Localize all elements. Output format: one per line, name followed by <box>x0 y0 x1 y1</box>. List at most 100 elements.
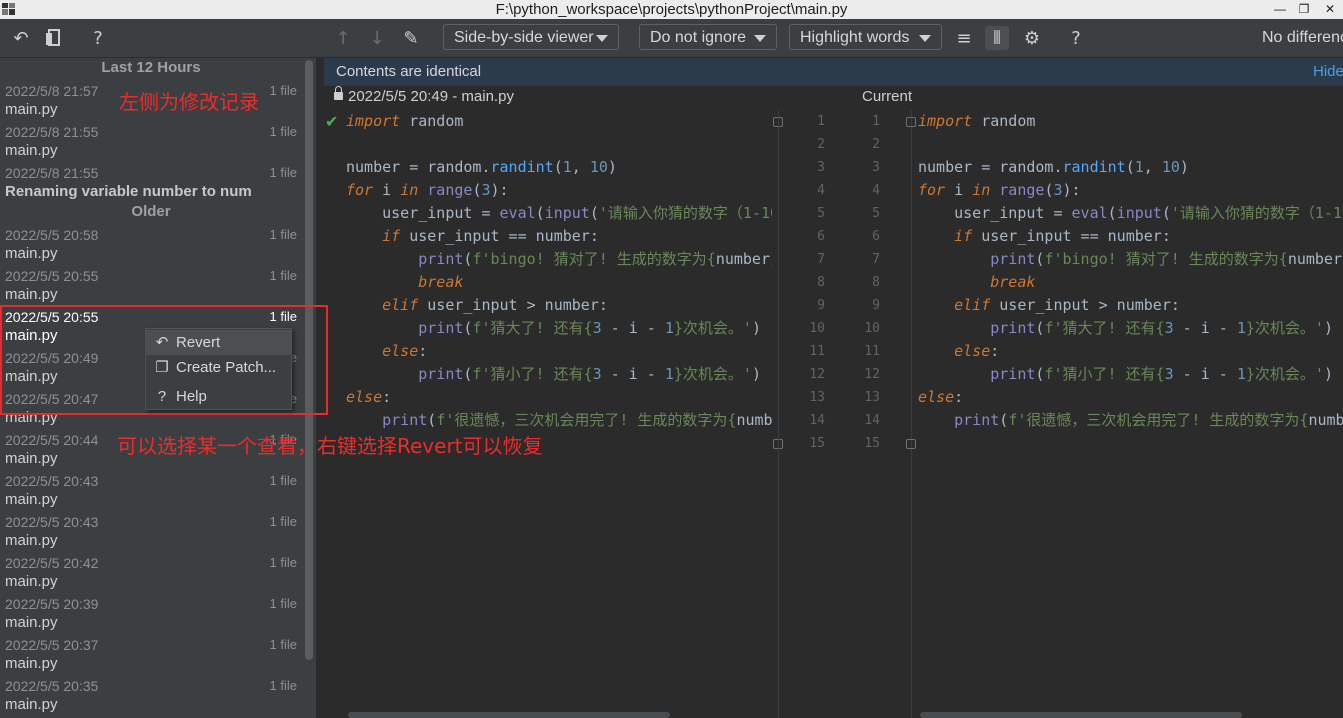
menu-item-create-patch[interactable]: ❐ Create Patch... <box>146 355 291 380</box>
entry-file-count: 1 file <box>269 268 297 283</box>
entry-name: main.py <box>5 450 58 467</box>
help-icon[interactable]: ? <box>86 26 110 50</box>
history-entry[interactable]: 2022/5/5 20:55 1 file main.py <box>0 265 302 306</box>
left-pane-title: 2022/5/5 20:49 - main.py <box>334 86 514 108</box>
right-line-numbers: 1 2 3 4 5 6 7 8 9 10 11 12 13 14 15 <box>850 110 880 455</box>
context-menu: ↶ Revert ❐ Create Patch... ? Help <box>145 328 292 410</box>
chevron-down-icon <box>919 35 931 42</box>
undo-icon[interactable]: ↶ <box>9 26 33 50</box>
group-header-recent: Last 12 Hours <box>101 59 201 76</box>
entry-date: 2022/5/5 20:39 <box>5 596 99 612</box>
entry-date: 2022/5/5 20:43 <box>5 514 99 530</box>
close-button[interactable]: ✕ <box>1316 0 1343 19</box>
line-number: 9 <box>817 298 825 313</box>
history-entry[interactable]: 2022/5/5 20:37 1 file main.py <box>0 634 302 675</box>
annotation-bottom-note: 可以选择某一个查看，右键选择Revert可以恢复 <box>117 434 543 458</box>
history-entry[interactable]: 2022/5/8 21:55 1 file Renaming variable … <box>0 162 302 203</box>
left-code-pane[interactable]: import random number = random.randint(1,… <box>346 110 772 710</box>
line-number: 3 <box>872 160 880 175</box>
arrow-up-icon[interactable]: ↑ <box>331 26 355 50</box>
pane-divider <box>778 110 779 718</box>
history-entry[interactable]: 2022/5/5 20:35 1 file main.py <box>0 675 302 716</box>
entry-file-count: 1 file <box>269 165 297 180</box>
line-number: 3 <box>817 160 825 175</box>
group-header-older: Older <box>131 203 171 220</box>
entry-name: Renaming variable number to num <box>5 183 252 200</box>
entry-file-count: 1 file <box>269 227 297 242</box>
maximize-button[interactable]: ❐ <box>1290 0 1318 19</box>
entry-name: main.py <box>5 491 58 508</box>
collapse-unchanged-icon[interactable]: ≡ <box>952 26 976 50</box>
annotation-left-note: 左侧为修改记录 <box>119 90 259 114</box>
entry-name: main.py <box>5 573 58 590</box>
line-number: 1 <box>872 114 880 129</box>
entry-date: 2022/5/5 20:42 <box>5 555 99 571</box>
menu-item-help[interactable]: ? Help <box>146 384 291 409</box>
chevron-down-icon <box>596 35 608 42</box>
history-entry[interactable]: 2022/5/5 20:42 1 file main.py <box>0 552 302 593</box>
line-number: 15 <box>864 436 880 451</box>
entry-file-count: 1 file <box>269 637 297 652</box>
menu-item-label: Create Patch... <box>176 359 277 376</box>
line-number: 8 <box>817 275 825 290</box>
arrow-down-icon[interactable]: ↓ <box>365 26 389 50</box>
entry-name: main.py <box>5 142 58 159</box>
sync-scroll-icon[interactable]: ⫴ <box>985 26 1009 50</box>
help-icon[interactable]: ? <box>1064 26 1088 50</box>
right-code: import random number = random.randint(1,… <box>918 112 1343 429</box>
history-entry[interactable]: 2022/5/5 20:39 1 file main.py <box>0 593 302 634</box>
entry-date: 2022/5/5 20:43 <box>5 473 99 489</box>
left-hscrollbar[interactable] <box>348 712 670 718</box>
banner-text: Contents are identical <box>336 63 482 80</box>
entry-name: main.py <box>5 696 58 713</box>
entry-date: 2022/5/5 20:44 <box>5 432 99 448</box>
entry-date: 2022/5/8 21:55 <box>5 124 99 140</box>
line-number: 2 <box>872 137 880 152</box>
highlight-dropdown[interactable]: Highlight words <box>789 24 942 50</box>
menu-item-label: Revert <box>176 334 221 351</box>
entry-file-count: 1 file <box>269 83 297 98</box>
menu-item-revert[interactable]: ↶ Revert <box>146 330 291 355</box>
check-icon: ✔ <box>325 112 339 131</box>
entry-date: 2022/5/5 20:35 <box>5 678 99 694</box>
line-number: 9 <box>872 298 880 313</box>
patch-icon: ❐ <box>155 359 169 376</box>
hide-link[interactable]: Hide <box>1313 58 1343 86</box>
edit-icon[interactable]: ✎ <box>399 26 423 50</box>
line-number: 1 <box>817 114 825 129</box>
entry-date: 2022/5/5 20:58 <box>5 227 99 243</box>
line-number: 15 <box>809 436 825 451</box>
entry-file-count: 1 file <box>269 514 297 529</box>
line-number: 6 <box>872 229 880 244</box>
fold-marker-icon[interactable] <box>906 439 916 449</box>
line-number: 10 <box>864 321 880 336</box>
line-number: 5 <box>872 206 880 221</box>
ignore-dropdown[interactable]: Do not ignore <box>639 24 777 50</box>
viewer-dropdown[interactable]: Side-by-side viewer <box>443 24 619 50</box>
entry-name: main.py <box>5 245 58 262</box>
patch-icon[interactable] <box>42 26 66 50</box>
history-entry[interactable]: 2022/5/5 20:43 1 file main.py <box>0 511 302 552</box>
entry-date: 2022/5/5 20:55 <box>5 268 99 284</box>
diff-banner: Contents are identical Hide <box>324 58 1343 86</box>
history-entry[interactable]: 2022/5/8 21:55 1 file main.py <box>0 121 302 162</box>
entry-name: main.py <box>5 101 58 118</box>
right-hscrollbar[interactable] <box>920 712 1242 718</box>
left-code: import random number = random.randint(1,… <box>346 112 772 429</box>
line-number: 13 <box>864 390 880 405</box>
line-number: 7 <box>872 252 880 267</box>
line-number: 10 <box>809 321 825 336</box>
viewer-dropdown-label: Side-by-side viewer <box>454 29 594 46</box>
entry-date: 2022/5/8 21:57 <box>5 83 99 99</box>
diff-status-text: No differenc <box>1262 29 1343 46</box>
entry-file-count: 1 file <box>269 596 297 611</box>
line-number: 14 <box>864 413 880 428</box>
right-code-pane[interactable]: import random number = random.randint(1,… <box>918 110 1343 710</box>
pane-divider <box>911 110 912 718</box>
fold-marker-icon[interactable] <box>906 117 916 127</box>
history-entry[interactable]: 2022/5/5 20:58 1 file main.py <box>0 224 302 265</box>
history-entry[interactable]: 2022/5/5 20:43 1 file main.py <box>0 470 302 511</box>
gear-icon[interactable]: ⚙ <box>1020 26 1044 50</box>
line-number: 13 <box>809 390 825 405</box>
chevron-down-icon <box>754 35 766 42</box>
